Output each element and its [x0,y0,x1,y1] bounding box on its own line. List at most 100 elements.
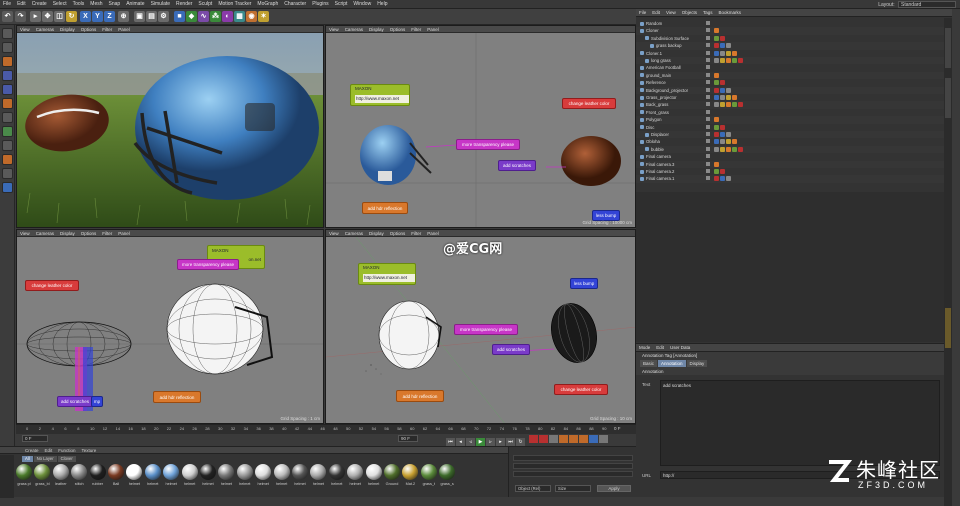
note-bump-bl[interactable]: mp [91,396,103,407]
material-swatch[interactable] [71,464,88,480]
object-tag-icon[interactable] [720,176,725,182]
filter-no-layer[interactable]: No Layer [33,456,57,462]
object-tag-icon[interactable] [714,139,719,145]
workplane-lock-icon[interactable] [2,168,13,179]
vp-menu-panel[interactable]: Panel [424,230,442,237]
object-tag-icon[interactable] [738,58,743,63]
material-swatch[interactable] [163,464,180,480]
filter-clover[interactable]: Clover [57,456,76,462]
start-frame-field[interactable]: 0 F [22,435,48,442]
object-tag-icon[interactable] [720,80,725,86]
object-tag-icon[interactable] [726,58,731,63]
object-tag-icon[interactable] [714,87,719,93]
material-swatch[interactable] [347,464,364,480]
note-maxon-tr[interactable]: MAXON http://www.maxon.net [350,84,410,106]
note-scratches-bl[interactable]: add scratches [57,396,93,407]
material-swatch[interactable] [16,464,32,480]
camera-icon[interactable]: ◉ [246,11,257,22]
visibility-dots[interactable] [706,124,710,129]
object-row[interactable]: Front_grass [636,109,952,116]
viewport-bottom-left[interactable]: ViewCamerasDisplayOptionsFilterPanel Rig… [16,229,324,424]
object-row[interactable]: Final camera.1 [636,175,952,183]
render-picture-icon[interactable]: ▤ [146,11,157,22]
material-swatch[interactable] [384,464,400,480]
prev-frame-icon[interactable]: ◃ [466,438,475,446]
menu-tools[interactable]: Tools [70,0,88,9]
last-frame-icon[interactable]: ⏭ [506,438,515,446]
material-swatch[interactable] [365,464,382,480]
om-menu-file[interactable]: File [636,9,649,17]
object-tag-icon[interactable] [714,35,719,41]
select-icon[interactable]: ▸ [30,11,41,22]
menu-file[interactable]: File [0,0,14,9]
render-view-icon[interactable]: ▣ [134,11,145,22]
material-swatch[interactable] [126,464,143,480]
viewport-top-left[interactable]: View Cameras Display Options Filter Panel [16,25,324,228]
visibility-dots[interactable] [706,43,710,48]
object-tag-icon[interactable] [714,43,719,49]
side-tab-attributes[interactable] [945,308,951,348]
axis-z-button[interactable]: Z [104,11,115,22]
object-tag-icon[interactable] [714,102,719,108]
coord-row-y[interactable] [513,463,633,469]
object-row[interactable]: Back_grass [636,101,952,109]
object-tag-icon[interactable] [726,102,731,108]
visibility-dots[interactable] [706,161,710,166]
object-tag-icon[interactable] [732,139,737,145]
material-swatch[interactable] [236,464,253,480]
rotation-key-icon[interactable] [579,435,588,443]
object-row[interactable]: Final camera.2 [636,168,952,175]
object-tag-icon[interactable] [714,95,719,100]
axis-x-button[interactable]: X [80,11,91,22]
visibility-dots[interactable] [706,87,710,92]
object-tag-icon[interactable] [726,50,731,56]
object-tag-icon[interactable] [732,102,737,108]
note-bump-br[interactable]: less bump [570,278,598,289]
visibility-dots[interactable] [706,102,710,107]
visibility-dots[interactable] [706,117,710,122]
solo-icon[interactable] [2,182,13,193]
object-tag-icon[interactable] [738,102,743,108]
object-tag-icon[interactable] [714,124,719,130]
material-swatch[interactable] [255,464,272,480]
tab-display[interactable]: Display [686,360,708,367]
tab-basic[interactable]: Basic [640,360,658,367]
note-maxon-br[interactable]: MAXON http://www.maxon.net [358,263,416,285]
menu-window[interactable]: Window [350,0,374,9]
object-tag-icon[interactable] [720,50,725,56]
am-menu-userdata[interactable]: User Data [667,344,693,352]
material-swatch[interactable] [218,464,235,480]
am-menu-mode[interactable]: Mode [636,344,653,352]
note-hdr-tr[interactable]: add hdr reflection [362,202,408,214]
object-tag-icon[interactable] [720,139,725,145]
polygons-mode-icon[interactable] [2,98,13,109]
visibility-dots[interactable] [706,139,710,144]
note-scratches-tr[interactable]: add scratches [498,160,536,171]
note-scratches-br[interactable]: add scratches [492,344,530,355]
am-menu-edit[interactable]: Edit [653,344,667,352]
menu-motion-tracker[interactable]: Motion Tracker [215,0,254,9]
object-tag-icon[interactable] [720,102,725,108]
object-row[interactable]: Cloner.1 [636,50,952,57]
menu-help[interactable]: Help [374,0,390,9]
vp-menu-display[interactable]: Display [366,230,387,237]
vp-menu-cameras[interactable]: Cameras [342,26,366,33]
vp-menu-cameras[interactable]: Cameras [33,230,57,237]
object-tag-icon[interactable] [720,169,725,174]
material-swatch[interactable] [144,464,161,480]
object-row[interactable]: grass backup [636,42,952,50]
material-swatch[interactable] [52,464,69,480]
object-tag-icon[interactable] [726,146,731,152]
object-tag-icon[interactable] [732,95,737,100]
material-swatch[interactable] [200,464,216,480]
menu-script[interactable]: Script [332,0,351,9]
coord-row-x[interactable] [513,455,633,461]
menu-render[interactable]: Render [173,0,195,9]
light-icon[interactable]: ✶ [258,11,269,22]
object-row[interactable]: Cloner [636,27,952,35]
menu-simulate[interactable]: Simulate [148,0,173,9]
object-row[interactable]: Displacer [636,131,952,139]
tweak-mode-icon[interactable] [2,126,13,137]
next-frame-icon[interactable]: ▹ [486,438,495,446]
object-tag-icon[interactable] [714,80,719,86]
